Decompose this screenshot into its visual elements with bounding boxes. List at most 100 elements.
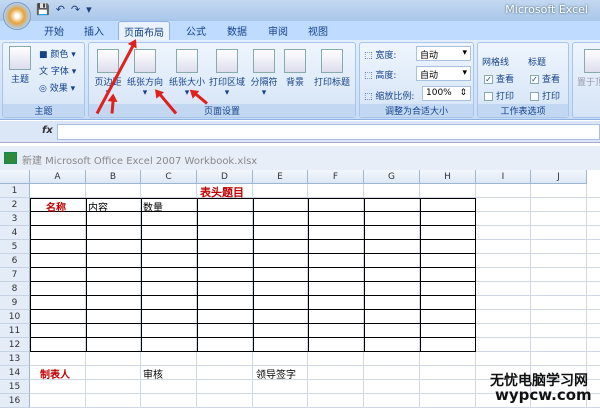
gridline [476,267,600,268]
gridline [476,211,600,212]
height-label: ⬚ 高度: [364,71,397,81]
fx-icon[interactable]: fx [42,125,53,136]
column-header-J[interactable]: J [531,170,587,184]
table-border [86,199,87,351]
cell-c14[interactable]: 审核 [143,366,163,381]
tab-view[interactable]: 视图 [308,23,328,38]
row-header-5[interactable]: 5 [0,240,30,254]
row-header-10[interactable]: 10 [0,310,30,324]
row-header-1[interactable]: 1 [0,184,30,198]
cell-a14[interactable]: 制表人 [40,366,70,381]
tab-home[interactable]: 开始 [44,23,64,38]
tab-insert[interactable]: 插入 [84,23,104,38]
gridline [476,337,600,338]
row-header-15[interactable]: 15 [0,380,30,394]
tab-review[interactable]: 审阅 [268,23,288,38]
gridline [476,309,600,310]
zoom-label: ⬚ 缩放比例: [364,92,415,102]
width-select[interactable]: 自动 ▾ [416,46,471,61]
tab-formulas[interactable]: 公式 [186,23,206,38]
group-label: 调整为合适大小 [360,104,473,117]
quick-access-toolbar[interactable]: 💾↶↷▾ [36,3,98,16]
row-header-14[interactable]: 14 [0,366,30,380]
gridlines-view-checkbox[interactable]: ✓ 查看 [484,72,514,85]
print-titles-icon [321,49,343,73]
gridline [476,253,600,254]
themes-button[interactable]: 主题 [6,46,34,85]
group-sheet-options: 网格线 标题 ✓ 查看 ✓ 查看 打印 打印 工作表选项 [477,42,569,118]
gridline [30,365,600,366]
column-header-C[interactable]: C [141,170,197,184]
colors-button[interactable]: ■ 颜色 ▾ [39,47,76,60]
row-header-8[interactable]: 8 [0,282,30,296]
column-header-F[interactable]: F [308,170,364,184]
ribbon: 主题 ■ 颜色 ▾ 文 字体 ▾ ◎ 效果 ▾ 主题 页边距▾ 纸张方向▾ 纸张… [0,40,600,120]
paper-size-icon [176,49,198,73]
workbook-title: 新建 Microsoft Office Excel 2007 Workbook.… [22,156,258,167]
print-area-button[interactable]: 打印区域 ▾ [207,49,247,98]
print-titles-button[interactable]: 打印标题 [311,49,353,88]
row-header-12[interactable]: 12 [0,338,30,352]
group-label: 主题 [3,104,84,117]
row-header-13[interactable]: 13 [0,352,30,366]
column-header-A[interactable]: A [30,170,86,184]
column-header-B[interactable]: B [86,170,141,184]
tab-page-layout[interactable]: 页面布局 [118,21,170,41]
gridline [476,281,600,282]
row-header-16[interactable]: 16 [0,394,30,408]
ribbon-tabs: 开始 插入 页面布局 公式 数据 审阅 视图 [0,21,600,41]
column-header-G[interactable]: G [364,170,420,184]
headings-label: 标题 [528,58,547,68]
row-header-9[interactable]: 9 [0,296,30,310]
zoom-spinner[interactable]: 100% ⇕ [422,86,471,101]
row-header-7[interactable]: 7 [0,268,30,282]
themes-icon [9,46,31,70]
watermark-line2: wypcw.com [495,386,592,404]
fonts-button[interactable]: 文 字体 ▾ [39,64,76,77]
print-area-icon [216,49,238,73]
table-border [253,199,254,351]
group-themes: 主题 ■ 颜色 ▾ 文 字体 ▾ ◎ 效果 ▾ 主题 [2,42,85,118]
background-button[interactable]: 背景 [281,49,309,88]
cell-title[interactable]: 表头题目 [200,184,244,200]
gridlines-label: 网格线 [482,58,510,68]
table-border [197,199,198,351]
size-button[interactable]: 纸张大小▾ [167,49,207,98]
orientation-icon [134,49,156,73]
formula-input[interactable] [57,124,600,140]
gridlines-print-checkbox[interactable]: 打印 [484,89,514,102]
cell-b2[interactable]: 内容 [88,199,108,214]
group-scale-to-fit: ⬚ 宽度: 自动 ▾ ⬚ 高度: 自动 ▾ ⬚ 缩放比例: 100% ⇕ 调整为合适大… [359,42,474,118]
width-label: ⬚ 宽度: [364,51,397,61]
row-header-3[interactable]: 3 [0,212,30,226]
scale-icon: ⬚ [364,92,376,102]
headings-view-checkbox[interactable]: ✓ 查看 [530,72,560,85]
column-header-D[interactable]: D [197,170,253,184]
column-header-H[interactable]: H [420,170,476,184]
table-border [364,199,365,351]
bring-to-front-icon [584,49,600,73]
height-select[interactable]: 自动 ▾ [416,66,471,81]
row-header-11[interactable]: 11 [0,324,30,338]
group-arrange: 置于顶层 [572,42,600,118]
cell-e14[interactable]: 领导签字 [256,366,296,381]
column-header-E[interactable]: E [253,170,308,184]
tab-data[interactable]: 数据 [227,23,247,38]
cell-c2[interactable]: 数量 [143,199,163,214]
gridline [476,295,600,296]
column-header-I[interactable]: I [476,170,531,184]
office-button[interactable] [3,2,31,30]
bring-to-front-button[interactable]: 置于顶层 [575,49,600,88]
row-header-2[interactable]: 2 [0,198,30,212]
cell-a2[interactable]: 名称 [46,199,66,214]
bordered-table-range [30,198,476,352]
row-header-6[interactable]: 6 [0,254,30,268]
height-icon: ⬚ [364,71,376,81]
select-all-corner[interactable] [0,170,30,184]
app-title: Microsoft Excel [505,3,588,16]
row-header-4[interactable]: 4 [0,226,30,240]
effects-button[interactable]: ◎ 效果 ▾ [39,81,75,94]
headings-print-checkbox[interactable]: 打印 [530,89,560,102]
colors-icon: ■ [39,50,51,60]
breaks-button[interactable]: 分隔符 ▾ [247,49,281,98]
